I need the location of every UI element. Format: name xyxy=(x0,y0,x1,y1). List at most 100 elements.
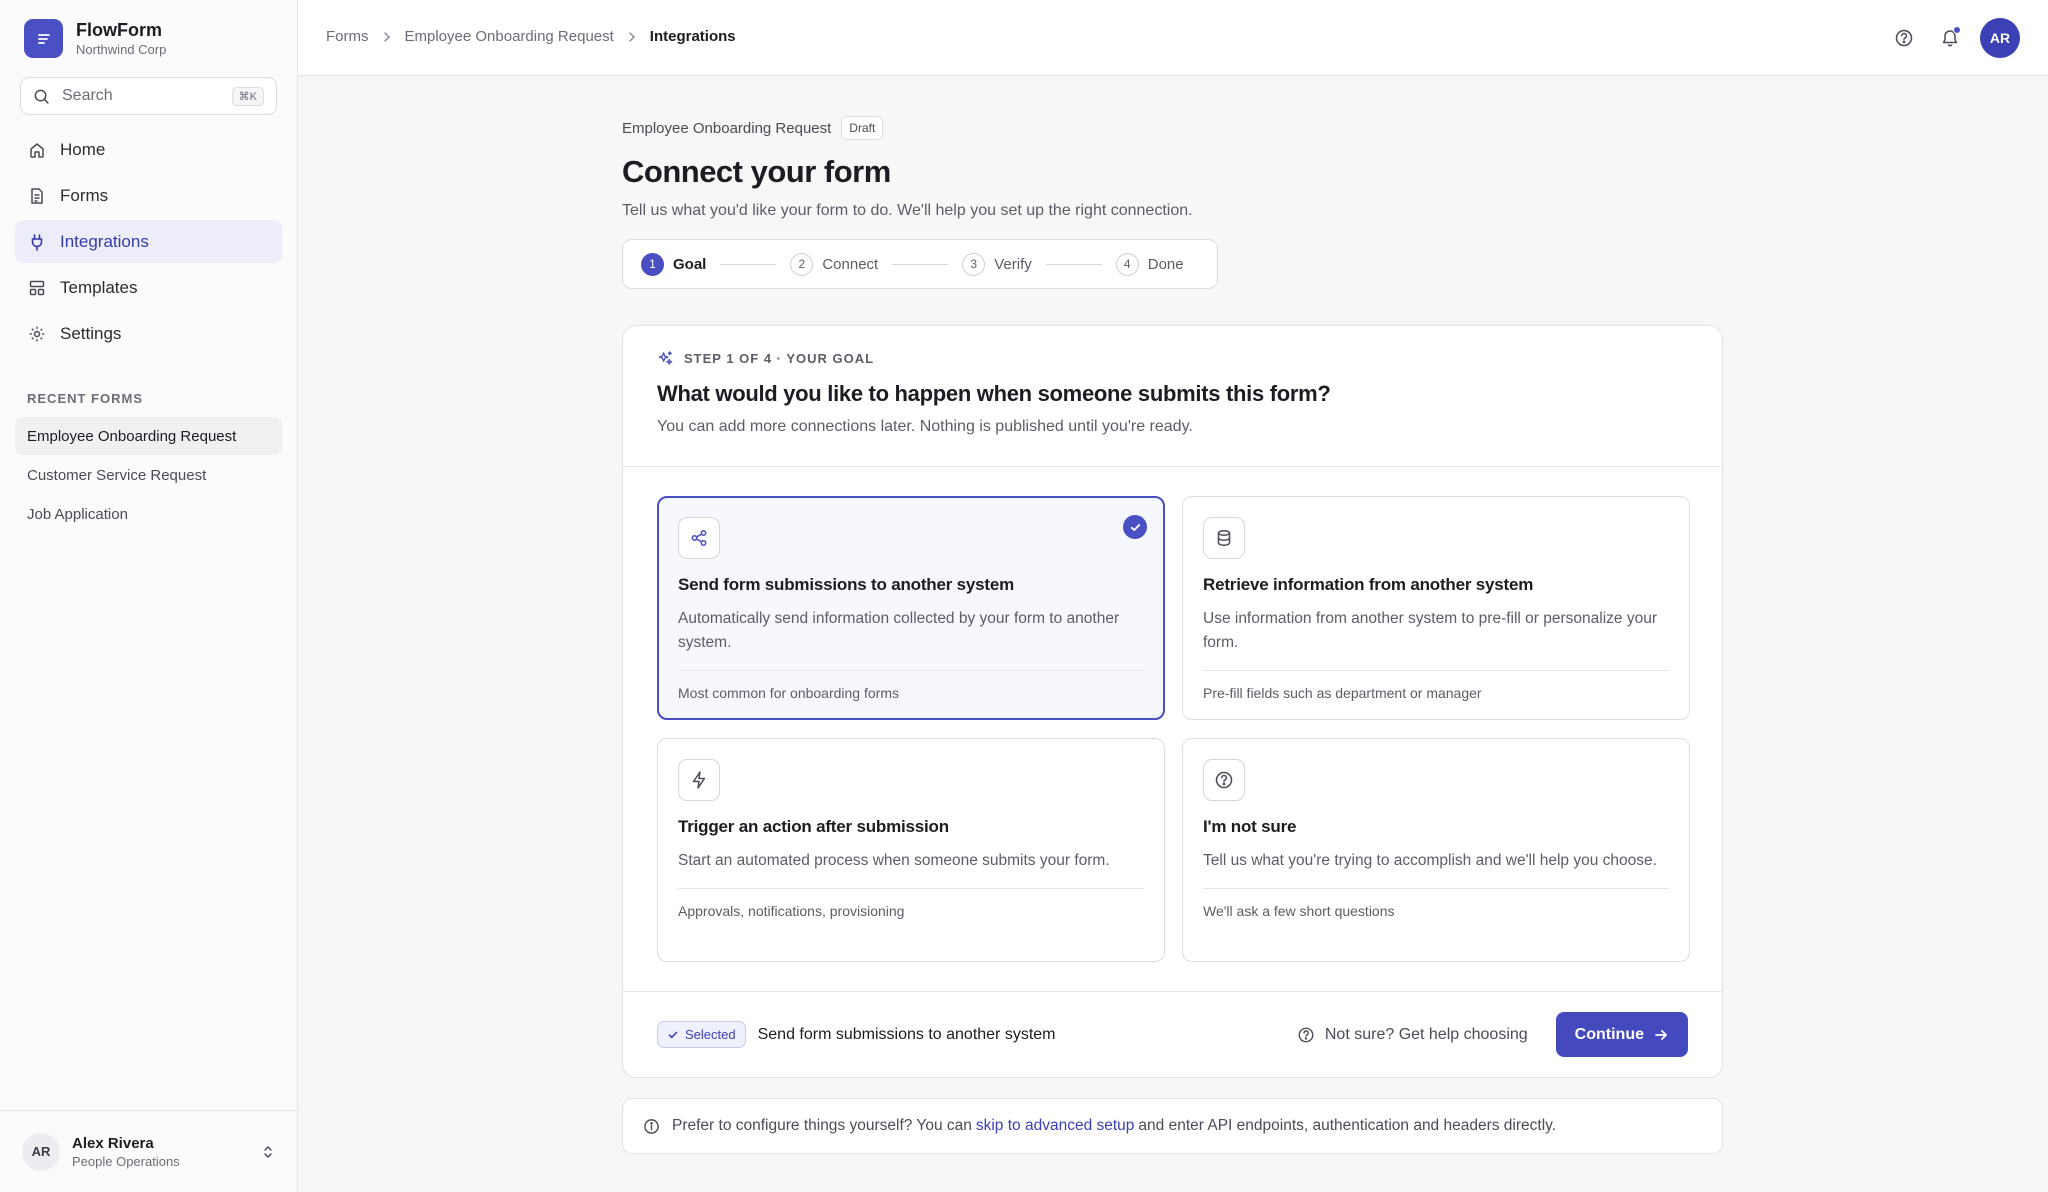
brand-org: Northwind Corp xyxy=(76,42,167,57)
option-divider xyxy=(678,670,1144,671)
step-number: 2 xyxy=(790,252,814,276)
sidebar-nav: Home Forms Integrations Templates Settin… xyxy=(15,128,282,358)
step-done[interactable]: 4 Done xyxy=(1115,252,1184,276)
option-send-submissions[interactable]: Send form submissions to another system … xyxy=(657,496,1165,720)
sparkles-icon xyxy=(658,351,673,365)
recent-forms-heading: RECENT FORMS xyxy=(27,391,143,406)
search-placeholder: Search xyxy=(62,87,113,104)
option-description: Use information from another system to p… xyxy=(1203,610,1657,651)
step-number: 3 xyxy=(962,252,986,276)
sidebar-item-integrations[interactable]: Integrations xyxy=(15,220,282,263)
option-divider xyxy=(678,888,1144,889)
goal-card: STEP 1 OF 4 · YOUR GOAL What would you l… xyxy=(622,325,1723,1078)
sidebar-item-label: Integrations xyxy=(60,231,149,251)
skip-advanced-setup-link[interactable]: skip to advanced setup xyxy=(976,1117,1135,1135)
recent-form-item[interactable]: Employee Onboarding Request xyxy=(15,417,282,455)
help-icon xyxy=(1895,29,1913,47)
step-number: 1 xyxy=(641,252,664,276)
brand-name: FlowForm xyxy=(76,20,162,40)
step-goal[interactable]: 1 Goal xyxy=(641,252,707,276)
user-name: Alex Rivera xyxy=(72,1134,154,1152)
selected-check-icon xyxy=(1123,515,1147,539)
step-label: Verify xyxy=(994,255,1032,273)
step-label: Goal xyxy=(673,255,707,273)
option-title: Retrieve information from another system xyxy=(1203,575,1534,594)
option-not-sure[interactable]: I'm not sure Tell us what you're trying … xyxy=(1182,738,1690,962)
sidebar-item-label: Settings xyxy=(60,323,122,343)
info-text-after: and enter API endpoints, authentication … xyxy=(1138,1117,1557,1134)
main-content: Employee Onboarding Request Draft Connec… xyxy=(622,116,1723,1154)
search-shortcut: ⌘K xyxy=(231,86,264,106)
recent-form-item[interactable]: Job Application xyxy=(15,495,282,533)
sidebar-item-forms[interactable]: Forms xyxy=(15,174,282,217)
notifications-button[interactable] xyxy=(1930,18,1970,58)
help-choosing-link[interactable]: Not sure? Get help choosing xyxy=(1297,1026,1528,1044)
chevron-up-down-icon xyxy=(264,1145,272,1158)
step-connector xyxy=(720,263,777,265)
step-number: 4 xyxy=(1115,252,1139,276)
user-role: People Operations xyxy=(72,1153,180,1169)
selected-badge-label: Selected xyxy=(685,1027,736,1042)
sidebar-item-label: Forms xyxy=(60,185,109,205)
option-description: Start an automated process when someone … xyxy=(678,852,1110,869)
sidebar-item-settings[interactable]: Settings xyxy=(15,312,282,355)
gear-icon xyxy=(29,326,45,341)
page-title: Connect your form xyxy=(622,154,891,189)
notification-dot xyxy=(1953,26,1961,34)
step-connector xyxy=(892,263,949,265)
step-label: Done xyxy=(1147,255,1184,273)
option-divider xyxy=(1203,888,1669,889)
search-icon xyxy=(34,89,49,104)
chevron-right-icon xyxy=(629,31,635,42)
option-trigger-action[interactable]: Trigger an action after submission Start… xyxy=(657,738,1165,962)
file-icon xyxy=(31,187,43,204)
check-icon xyxy=(668,1031,678,1038)
option-footnote: We'll ask a few short questions xyxy=(1203,903,1395,919)
info-icon xyxy=(644,1118,659,1134)
avatar[interactable]: AR xyxy=(1980,18,2020,58)
option-description: Tell us what you're trying to accomplish… xyxy=(1203,852,1657,869)
sidebar-item-label: Home xyxy=(60,139,106,159)
form-name: Employee Onboarding Request xyxy=(622,119,832,137)
page-subtitle: Tell us what you'd like your form to do.… xyxy=(622,202,1193,219)
sidebar-item-templates[interactable]: Templates xyxy=(15,266,282,309)
sidebar-item-home[interactable]: Home xyxy=(15,128,282,171)
breadcrumb-forms[interactable]: Forms xyxy=(326,28,369,45)
card-subtitle: You can add more connections later. Noth… xyxy=(657,418,1193,435)
status-badge: Draft xyxy=(841,116,884,140)
breadcrumb-form[interactable]: Employee Onboarding Request xyxy=(405,28,614,45)
search-input[interactable]: Search ⌘K xyxy=(20,77,277,115)
share-icon xyxy=(691,530,707,546)
user-avatar: AR xyxy=(22,1132,60,1171)
step-connect[interactable]: 2 Connect xyxy=(790,252,878,276)
help-button[interactable] xyxy=(1884,18,1924,58)
layout-icon xyxy=(29,280,45,295)
brand-logo-icon xyxy=(24,19,63,58)
sidebar: FlowForm Northwind Corp Search ⌘K Home F… xyxy=(0,0,298,1192)
breadcrumb: Forms Employee Onboarding Request Integr… xyxy=(326,28,736,45)
option-divider xyxy=(1203,670,1669,671)
continue-button[interactable]: Continue xyxy=(1555,1012,1688,1057)
step-verify[interactable]: 3 Verify xyxy=(962,252,1032,276)
home-icon xyxy=(30,142,44,158)
recent-form-item[interactable]: Customer Service Request xyxy=(15,456,282,494)
arrow-right-icon xyxy=(1655,1029,1667,1040)
sidebar-item-label: Templates xyxy=(60,277,138,297)
question-icon xyxy=(1215,771,1233,789)
user-menu[interactable]: AR Alex Rivera People Operations xyxy=(0,1110,298,1192)
breadcrumb-current: Integrations xyxy=(649,28,736,45)
plug-icon xyxy=(31,233,43,251)
topbar: Forms Employee Onboarding Request Integr… xyxy=(298,0,2048,76)
help-icon xyxy=(1298,1027,1314,1042)
brand[interactable]: FlowForm Northwind Corp xyxy=(24,19,166,58)
card-eyebrow: STEP 1 OF 4 · YOUR GOAL xyxy=(684,351,875,366)
help-choosing-label: Not sure? Get help choosing xyxy=(1324,1025,1528,1043)
option-retrieve-information[interactable]: Retrieve information from another system… xyxy=(1182,496,1690,720)
info-text-before: Prefer to configure things yourself? You… xyxy=(672,1117,972,1134)
option-footnote: Most common for onboarding forms xyxy=(678,685,899,701)
selected-option-text: Send form submissions to another system xyxy=(757,1025,1056,1043)
bolt-icon xyxy=(692,771,706,789)
option-title: Send form submissions to another system xyxy=(678,575,1015,594)
advanced-setup-note: Prefer to configure things yourself? You… xyxy=(622,1098,1723,1154)
card-title: What would you like to happen when someo… xyxy=(657,381,1331,406)
